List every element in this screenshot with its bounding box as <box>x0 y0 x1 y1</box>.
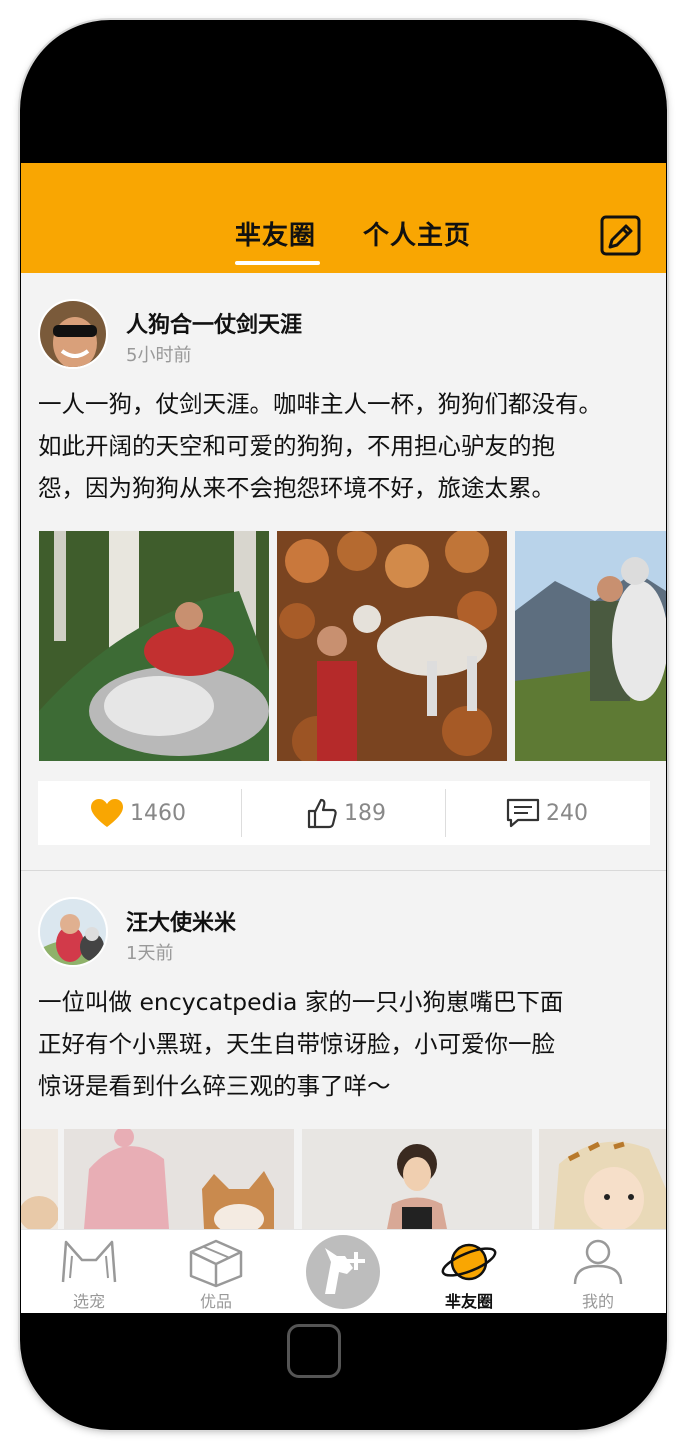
divider <box>445 789 446 837</box>
thumbs-count: 189 <box>344 800 386 826</box>
heart-icon <box>91 799 123 827</box>
nav-label: 优品 <box>199 1292 232 1311</box>
bottom-nav: 选宠 优品 芈友圈 我的 <box>21 1229 666 1313</box>
post-username[interactable]: 汪大使米米 <box>126 905 236 937</box>
post: 汪大使米米 1天前 一位叫做 encycatpedia 家的一只小狗崽嘴巴下面 … <box>21 871 666 1234</box>
nav-item-add-pet[interactable] <box>293 1230 393 1313</box>
thumbs-up-button[interactable]: 189 <box>306 781 386 845</box>
nav-item-mine[interactable]: 我的 <box>548 1230 648 1313</box>
nav-label: 芈友圈 <box>444 1292 493 1311</box>
nav-item-friends-circle[interactable]: 芈友圈 <box>419 1230 519 1313</box>
app-screen: 芈友圈 个人主页 人狗合一仗剑天涯 5小时前 一人一狗，仗剑天涯。咖啡主人一杯，… <box>21 163 666 1313</box>
post-time: 1天前 <box>126 943 174 964</box>
post-actions-bar: 1460 189 240 <box>38 781 650 845</box>
post-text: 一位叫做 encycatpedia 家的一只小狗崽嘴巴下面 正好有个小黑斑，天生… <box>38 988 564 1100</box>
like-count: 1460 <box>130 800 186 826</box>
post-header: 人狗合一仗剑天涯 5小时前 <box>21 273 666 373</box>
comment-icon <box>506 798 540 828</box>
post: 人狗合一仗剑天涯 5小时前 一人一狗，仗剑天涯。咖啡主人一杯，狗狗们都没有。 如… <box>21 273 666 871</box>
avatar[interactable] <box>38 897 108 967</box>
cat-ears-icon <box>61 1240 117 1283</box>
post-username[interactable]: 人狗合一仗剑天涯 <box>126 307 302 339</box>
post-text: 一人一狗，仗剑天涯。咖啡主人一杯，狗狗们都没有。 如此开阔的天空和可爱的狗狗，不… <box>38 390 602 502</box>
thumbs-up-icon <box>307 798 337 829</box>
top-header: 芈友圈 个人主页 <box>21 163 666 273</box>
post-time: 5小时前 <box>126 345 192 366</box>
tab-personal-home[interactable]: 个人主页 <box>363 215 471 252</box>
comment-button[interactable]: 240 <box>506 781 588 845</box>
post-photo[interactable] <box>39 531 269 761</box>
divider <box>241 789 242 837</box>
post-photo[interactable] <box>277 531 507 761</box>
box-icon <box>189 1239 243 1288</box>
home-button[interactable] <box>287 1324 341 1378</box>
nav-item-products[interactable]: 优品 <box>166 1230 266 1313</box>
post-photo[interactable] <box>515 531 666 761</box>
comment-count: 240 <box>546 800 588 826</box>
nav-label: 我的 <box>581 1292 614 1311</box>
nav-item-select-pet[interactable]: 选宠 <box>39 1230 139 1313</box>
edit-icon[interactable] <box>600 215 642 257</box>
dog-plus-icon <box>306 1235 380 1309</box>
active-tab-indicator <box>235 261 320 265</box>
nav-label: 选宠 <box>72 1292 105 1311</box>
like-button[interactable]: 1460 <box>90 781 186 845</box>
user-icon <box>573 1239 623 1285</box>
post-header: 汪大使米米 1天前 <box>21 871 666 971</box>
tab-friends-circle[interactable]: 芈友圈 <box>235 215 316 252</box>
phone-frame: 芈友圈 个人主页 人狗合一仗剑天涯 5小时前 一人一狗，仗剑天涯。咖啡主人一杯，… <box>20 20 667 1430</box>
avatar[interactable] <box>38 299 108 369</box>
planet-icon <box>441 1243 497 1281</box>
